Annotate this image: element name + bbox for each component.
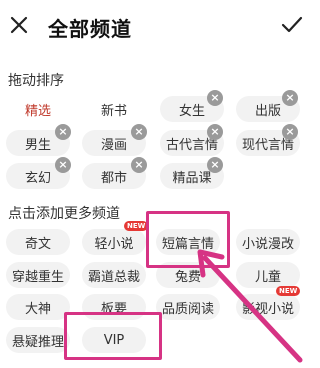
annotation-arrow-icon xyxy=(197,249,303,363)
